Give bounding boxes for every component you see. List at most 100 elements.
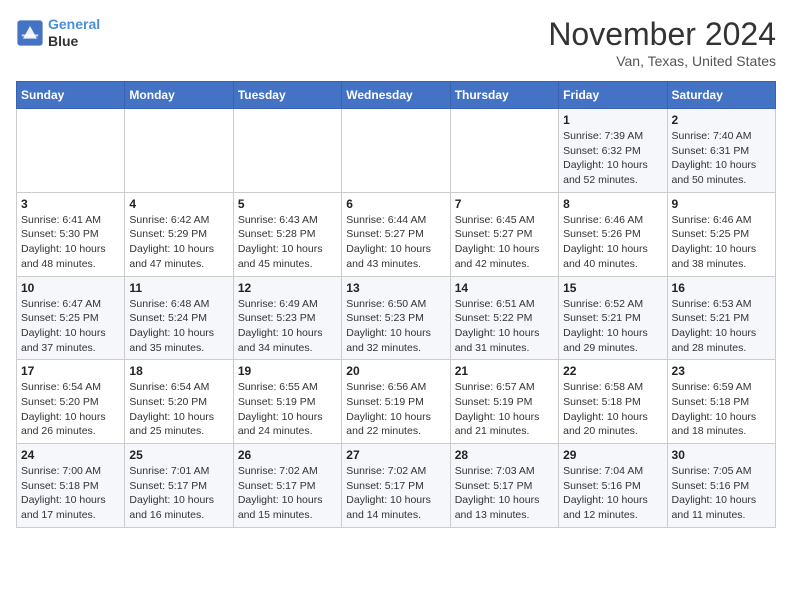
logo-text: General Blue xyxy=(48,16,100,50)
calendar-cell: 7 Sunrise: 6:45 AM Sunset: 5:27 PM Daylig… xyxy=(450,192,558,276)
calendar-cell: 22Sunrise: 6:58 AM Sunset: 5:18 PM Dayli… xyxy=(559,360,667,444)
calendar-cell: 13Sunrise: 6:50 AM Sunset: 5:23 PM Dayli… xyxy=(342,276,450,360)
day-info: Sunrise: 6:49 AM Sunset: 5:23 PM Dayligh… xyxy=(238,297,337,356)
calendar-cell: 16 Sunrise: 6:53 AM Sunset: 5:21 PM Dayli… xyxy=(667,276,775,360)
calendar-cell: 15 Sunrise: 6:52 AM Sunset: 5:21 PM Dayli… xyxy=(559,276,667,360)
calendar-cell: 6 Sunrise: 6:44 AM Sunset: 5:27 PM Daylig… xyxy=(342,192,450,276)
day-info: Sunrise: 7:01 AM Sunset: 5:17 PM Dayligh… xyxy=(129,464,228,523)
day-number: 1 xyxy=(563,113,662,127)
calendar-cell xyxy=(450,109,558,193)
title-block: November 2024 Van, Texas, United States xyxy=(548,16,776,69)
day-number: 14 xyxy=(455,281,554,295)
day-number: 9 xyxy=(672,197,771,211)
day-number: 28 xyxy=(455,448,554,462)
day-info: Sunrise: 6:53 AM Sunset: 5:21 PM Dayligh… xyxy=(672,297,771,356)
weekday-header: Saturday xyxy=(667,82,775,109)
calendar-cell: 2 Sunrise: 7:40 AM Sunset: 6:31 PM Daylig… xyxy=(667,109,775,193)
calendar-cell: 27 Sunrise: 7:02 AM Sunset: 5:17 PM Dayli… xyxy=(342,444,450,528)
day-info: Sunrise: 6:44 AM Sunset: 5:27 PM Dayligh… xyxy=(346,213,445,272)
location: Van, Texas, United States xyxy=(548,53,776,69)
weekday-header: Sunday xyxy=(17,82,125,109)
calendar-cell: 17Sunrise: 6:54 AM Sunset: 5:20 PM Dayli… xyxy=(17,360,125,444)
weekday-header: Friday xyxy=(559,82,667,109)
calendar-cell: 5 Sunrise: 6:43 AM Sunset: 5:28 PM Daylig… xyxy=(233,192,341,276)
day-number: 19 xyxy=(238,364,337,378)
day-info: Sunrise: 6:55 AM Sunset: 5:19 PM Dayligh… xyxy=(238,380,337,439)
page-header: General Blue November 2024 Van, Texas, U… xyxy=(16,16,776,69)
day-info: Sunrise: 6:41 AM Sunset: 5:30 PM Dayligh… xyxy=(21,213,120,272)
logo: General Blue xyxy=(16,16,100,50)
day-info: Sunrise: 6:43 AM Sunset: 5:28 PM Dayligh… xyxy=(238,213,337,272)
calendar-header: SundayMondayTuesdayWednesdayThursdayFrid… xyxy=(17,82,776,109)
day-info: Sunrise: 6:52 AM Sunset: 5:21 PM Dayligh… xyxy=(563,297,662,356)
day-number: 2 xyxy=(672,113,771,127)
day-number: 16 xyxy=(672,281,771,295)
day-info: Sunrise: 7:03 AM Sunset: 5:17 PM Dayligh… xyxy=(455,464,554,523)
day-number: 25 xyxy=(129,448,228,462)
weekday-header: Monday xyxy=(125,82,233,109)
calendar-cell: 18 Sunrise: 6:54 AM Sunset: 5:20 PM Dayli… xyxy=(125,360,233,444)
day-number: 24 xyxy=(21,448,120,462)
calendar-cell xyxy=(342,109,450,193)
day-info: Sunrise: 7:05 AM Sunset: 5:16 PM Dayligh… xyxy=(672,464,771,523)
day-info: Sunrise: 6:57 AM Sunset: 5:19 PM Dayligh… xyxy=(455,380,554,439)
day-number: 6 xyxy=(346,197,445,211)
calendar-cell: 20 Sunrise: 6:56 AM Sunset: 5:19 PM Dayli… xyxy=(342,360,450,444)
day-info: Sunrise: 7:00 AM Sunset: 5:18 PM Dayligh… xyxy=(21,464,120,523)
calendar-cell: 28 Sunrise: 7:03 AM Sunset: 5:17 PM Dayli… xyxy=(450,444,558,528)
day-info: Sunrise: 6:51 AM Sunset: 5:22 PM Dayligh… xyxy=(455,297,554,356)
day-info: Sunrise: 6:45 AM Sunset: 5:27 PM Dayligh… xyxy=(455,213,554,272)
day-number: 5 xyxy=(238,197,337,211)
weekday-header: Thursday xyxy=(450,82,558,109)
logo-line2: Blue xyxy=(48,33,100,50)
calendar-cell: 10Sunrise: 6:47 AM Sunset: 5:25 PM Dayli… xyxy=(17,276,125,360)
calendar-cell: 23 Sunrise: 6:59 AM Sunset: 5:18 PM Dayli… xyxy=(667,360,775,444)
calendar-cell: 11Sunrise: 6:48 AM Sunset: 5:24 PM Dayli… xyxy=(125,276,233,360)
calendar-cell: 3 Sunrise: 6:41 AM Sunset: 5:30 PM Daylig… xyxy=(17,192,125,276)
calendar-cell: 26Sunrise: 7:02 AM Sunset: 5:17 PM Dayli… xyxy=(233,444,341,528)
day-number: 17 xyxy=(21,364,120,378)
day-number: 26 xyxy=(238,448,337,462)
day-info: Sunrise: 6:46 AM Sunset: 5:26 PM Dayligh… xyxy=(563,213,662,272)
calendar-cell xyxy=(125,109,233,193)
day-number: 10 xyxy=(21,281,120,295)
day-info: Sunrise: 7:39 AM Sunset: 6:32 PM Dayligh… xyxy=(563,129,662,188)
day-number: 27 xyxy=(346,448,445,462)
day-number: 15 xyxy=(563,281,662,295)
day-info: Sunrise: 7:04 AM Sunset: 5:16 PM Dayligh… xyxy=(563,464,662,523)
calendar-cell: 30 Sunrise: 7:05 AM Sunset: 5:16 PM Dayli… xyxy=(667,444,775,528)
day-number: 3 xyxy=(21,197,120,211)
day-info: Sunrise: 7:02 AM Sunset: 5:17 PM Dayligh… xyxy=(346,464,445,523)
calendar-cell: 24 Sunrise: 7:00 AM Sunset: 5:18 PM Dayli… xyxy=(17,444,125,528)
calendar-cell: 4 Sunrise: 6:42 AM Sunset: 5:29 PM Daylig… xyxy=(125,192,233,276)
day-info: Sunrise: 6:42 AM Sunset: 5:29 PM Dayligh… xyxy=(129,213,228,272)
calendar-cell: 1 Sunrise: 7:39 AM Sunset: 6:32 PM Daylig… xyxy=(559,109,667,193)
day-info: Sunrise: 6:56 AM Sunset: 5:19 PM Dayligh… xyxy=(346,380,445,439)
weekday-header: Wednesday xyxy=(342,82,450,109)
day-number: 23 xyxy=(672,364,771,378)
day-info: Sunrise: 6:59 AM Sunset: 5:18 PM Dayligh… xyxy=(672,380,771,439)
day-info: Sunrise: 6:46 AM Sunset: 5:25 PM Dayligh… xyxy=(672,213,771,272)
day-info: Sunrise: 6:48 AM Sunset: 5:24 PM Dayligh… xyxy=(129,297,228,356)
day-number: 21 xyxy=(455,364,554,378)
calendar-cell: 21 Sunrise: 6:57 AM Sunset: 5:19 PM Dayli… xyxy=(450,360,558,444)
calendar: SundayMondayTuesdayWednesdayThursdayFrid… xyxy=(16,81,776,528)
calendar-cell: 8 Sunrise: 6:46 AM Sunset: 5:26 PM Daylig… xyxy=(559,192,667,276)
day-number: 7 xyxy=(455,197,554,211)
day-number: 12 xyxy=(238,281,337,295)
day-info: Sunrise: 6:54 AM Sunset: 5:20 PM Dayligh… xyxy=(129,380,228,439)
calendar-cell: 25 Sunrise: 7:01 AM Sunset: 5:17 PM Dayli… xyxy=(125,444,233,528)
calendar-cell: 9 Sunrise: 6:46 AM Sunset: 5:25 PM Daylig… xyxy=(667,192,775,276)
day-number: 8 xyxy=(563,197,662,211)
day-number: 29 xyxy=(563,448,662,462)
day-number: 18 xyxy=(129,364,228,378)
day-number: 20 xyxy=(346,364,445,378)
calendar-cell xyxy=(17,109,125,193)
day-number: 4 xyxy=(129,197,228,211)
day-number: 30 xyxy=(672,448,771,462)
weekday-header: Tuesday xyxy=(233,82,341,109)
logo-line1: General xyxy=(48,16,100,32)
day-number: 13 xyxy=(346,281,445,295)
calendar-cell: 14 Sunrise: 6:51 AM Sunset: 5:22 PM Dayli… xyxy=(450,276,558,360)
day-info: Sunrise: 7:40 AM Sunset: 6:31 PM Dayligh… xyxy=(672,129,771,188)
